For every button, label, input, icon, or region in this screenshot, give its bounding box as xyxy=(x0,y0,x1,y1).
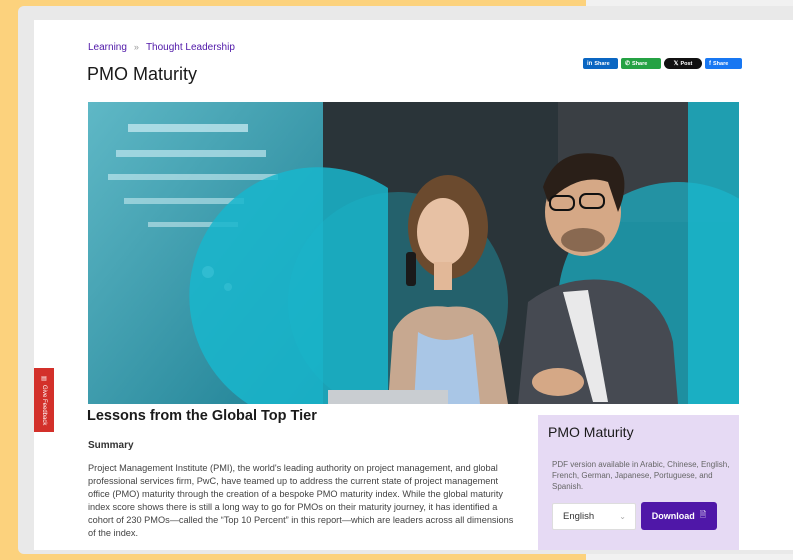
linkedin-share-label: Share xyxy=(594,60,610,67)
facebook-share-button[interactable]: f Share xyxy=(705,58,742,69)
hero-illustration xyxy=(88,102,739,404)
summary-text: Project Management Institute (PMI), the … xyxy=(88,463,514,538)
download-card: PMO Maturity PDF version available in Ar… xyxy=(538,415,739,550)
page-title: PMO Maturity xyxy=(87,64,198,84)
breadcrumb-separator: » xyxy=(133,42,139,52)
breadcrumb: Learning » Thought Leadership xyxy=(88,42,235,53)
facebook-icon: f xyxy=(709,60,711,67)
download-card-title: PMO Maturity xyxy=(548,424,634,440)
share-bar: in Share ✆ Share 𝕏 Post f Share xyxy=(583,58,742,69)
summary-heading: Summary xyxy=(88,440,134,451)
whatsapp-share-label: Share xyxy=(632,60,648,67)
comment-icon: ▤ xyxy=(40,374,47,382)
language-selected-value: English xyxy=(563,511,595,522)
whatsapp-icon: ✆ xyxy=(625,61,631,67)
x-icon: 𝕏 xyxy=(673,61,679,67)
breadcrumb-item-thought-leadership[interactable]: Thought Leadership xyxy=(146,42,235,53)
give-feedback-label: Give Feedback xyxy=(41,384,47,426)
download-button-label: Download xyxy=(651,511,695,521)
give-feedback-tab[interactable]: ▤ Give Feedback xyxy=(34,368,54,432)
facebook-share-label: Share xyxy=(713,60,729,67)
pdf-icon: 🗎 xyxy=(699,510,707,519)
download-card-description: PDF version available in Arabic, Chinese… xyxy=(552,460,730,491)
x-post-button[interactable]: 𝕏 Post xyxy=(664,58,702,69)
x-post-label: Post xyxy=(680,60,693,67)
linkedin-share-button[interactable]: in Share xyxy=(583,58,618,69)
hero-image xyxy=(88,102,739,404)
language-select[interactable]: English ⌄ xyxy=(552,503,636,530)
linkedin-icon: in xyxy=(587,60,593,67)
article-heading: Lessons from the Global Top Tier xyxy=(87,408,317,424)
chevron-down-icon: ⌄ xyxy=(619,512,626,521)
download-button[interactable]: Download 🗎 xyxy=(641,502,717,530)
article-page: Learning » Thought Leadership PMO Maturity… xyxy=(34,20,793,550)
breadcrumb-item-learning[interactable]: Learning xyxy=(88,42,127,53)
whatsapp-share-button[interactable]: ✆ Share xyxy=(621,58,661,69)
